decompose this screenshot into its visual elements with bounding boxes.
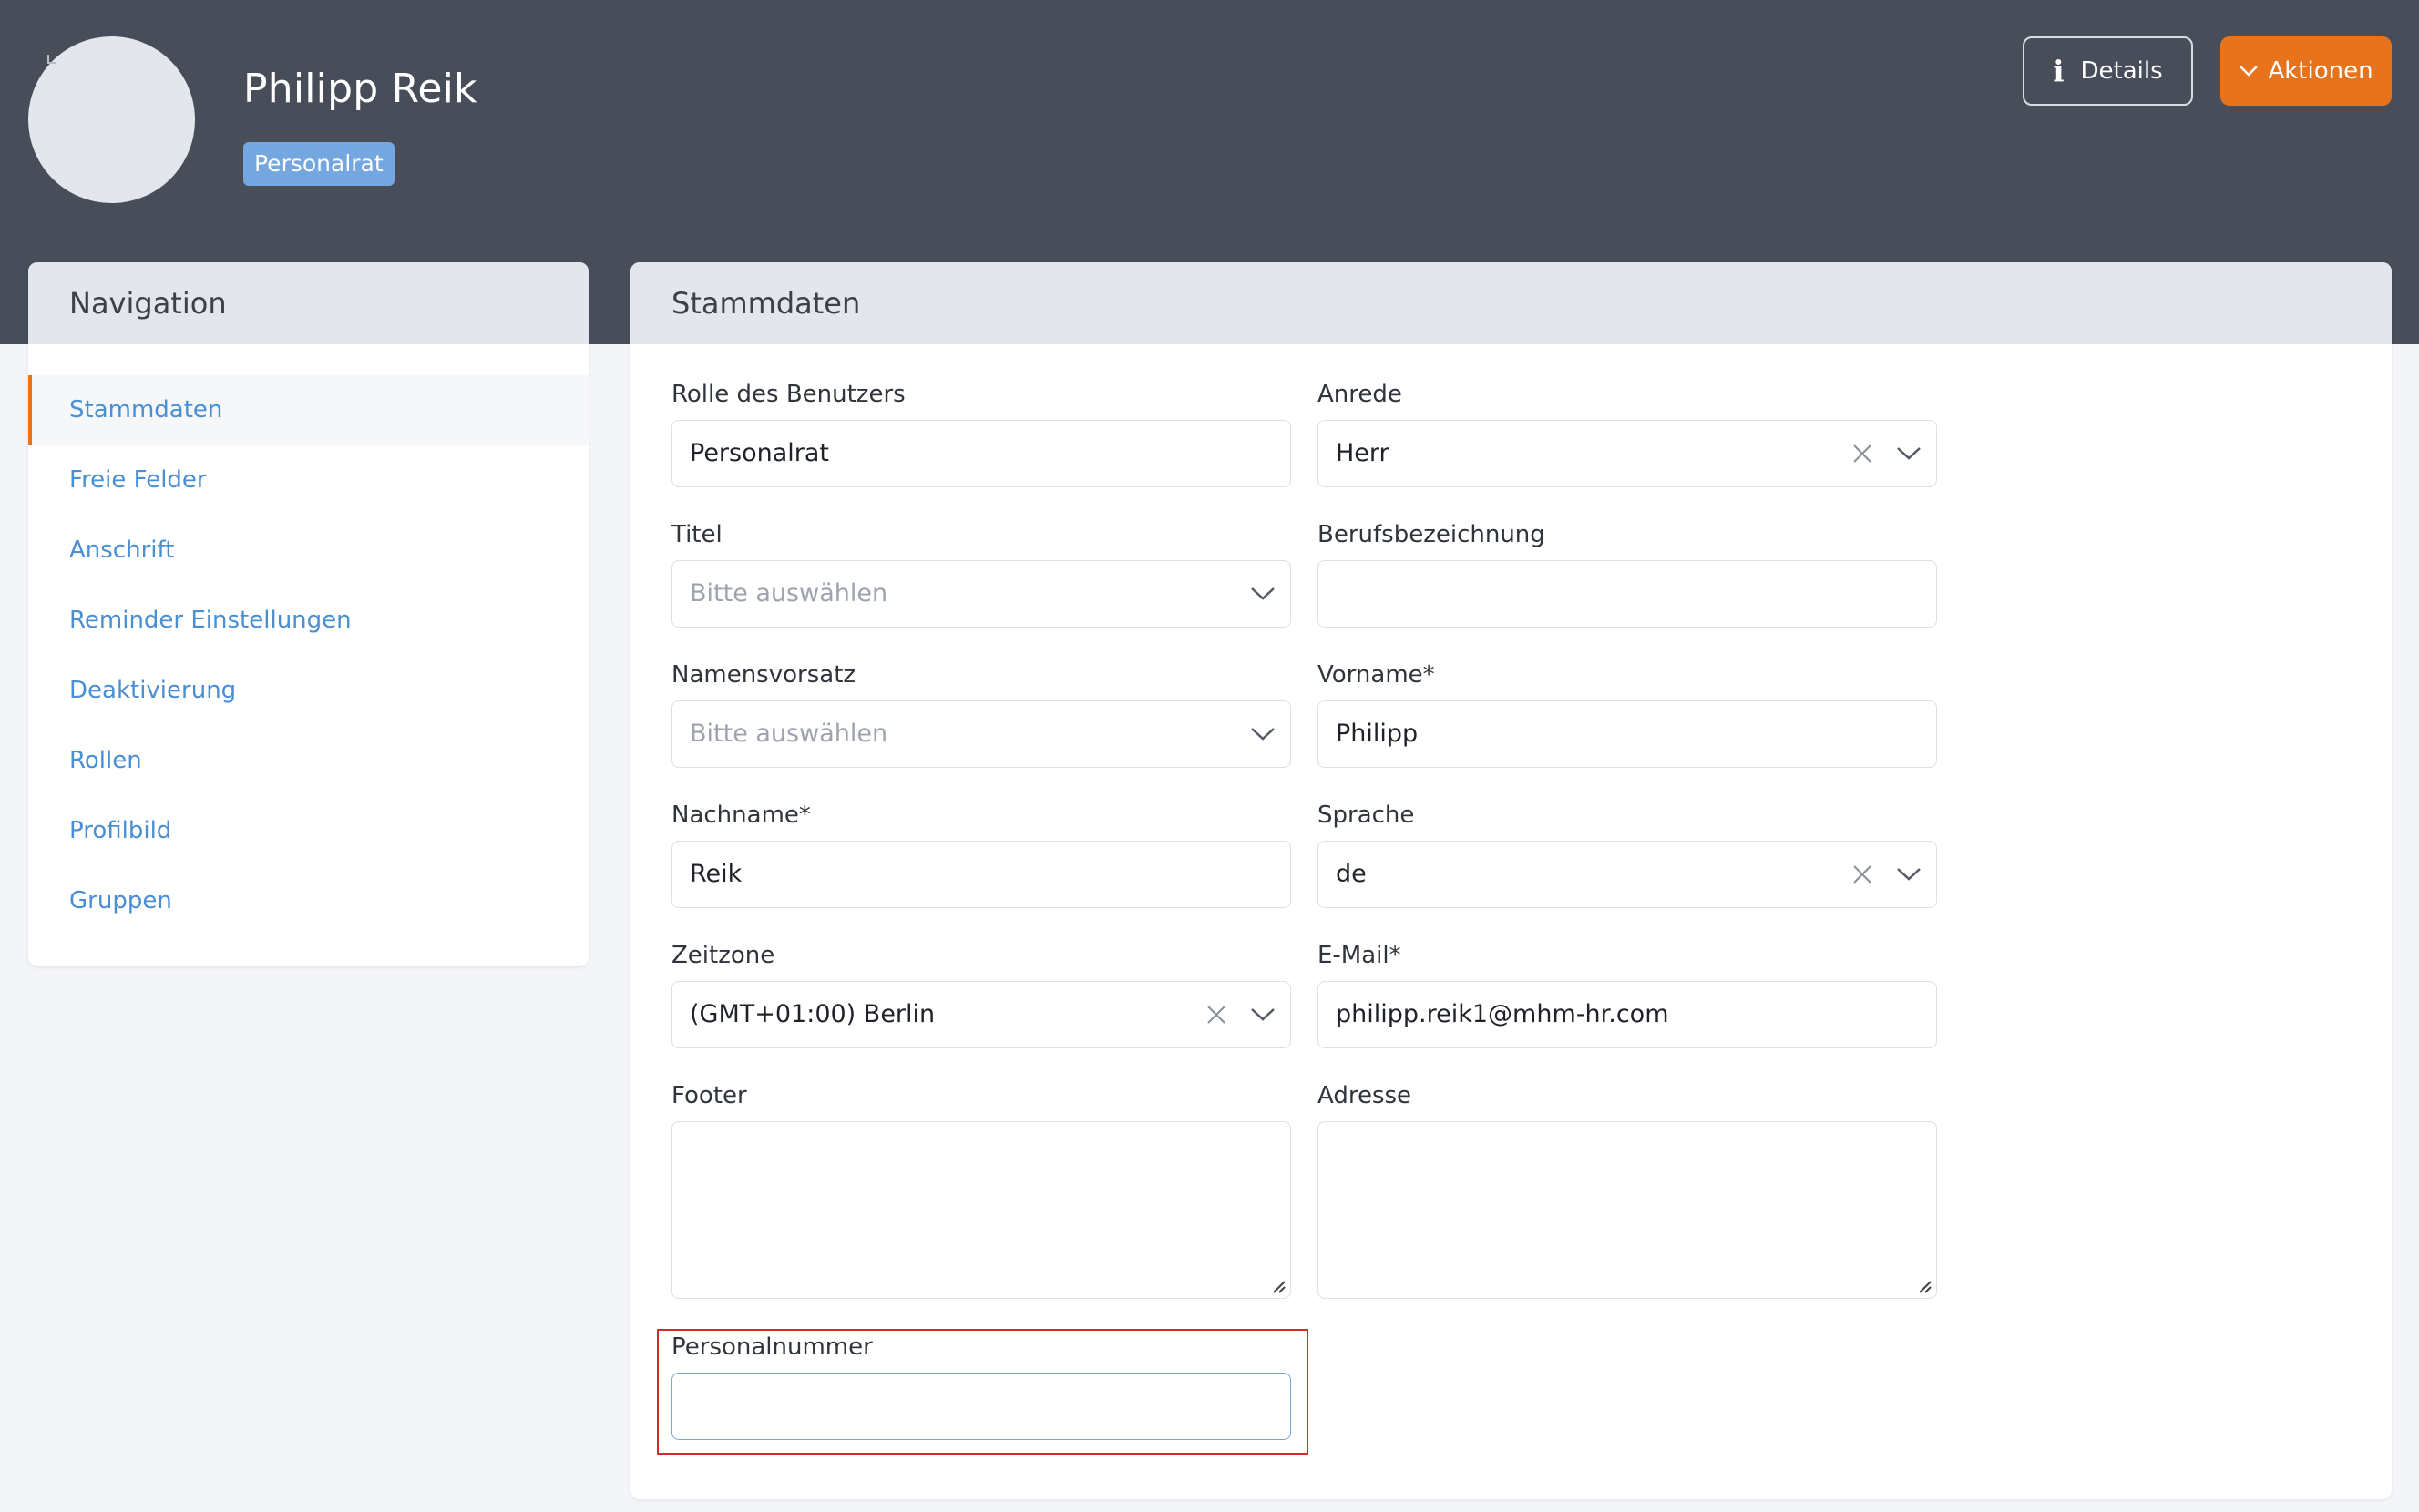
actions-button[interactable]: Aktionen: [2220, 36, 2392, 106]
chevron-down-icon[interactable]: [1250, 587, 1276, 601]
chevron-down-icon[interactable]: [1896, 867, 1922, 882]
email-value: philipp.reik1@mhm-hr.com: [1336, 1000, 1669, 1028]
footer-textarea[interactable]: [671, 1121, 1291, 1299]
anrede-select[interactable]: Herr: [1317, 420, 1937, 487]
nav-item-anschrift[interactable]: Anschrift: [28, 516, 589, 586]
email-label: E-Mail*: [1317, 942, 1401, 969]
namensvorsatz-select[interactable]: Bitte auswählen: [671, 700, 1291, 768]
role-badge: Personalrat: [243, 142, 395, 186]
namensvorsatz-placeholder: Bitte auswählen: [690, 720, 888, 748]
chevron-down-icon[interactable]: [1896, 446, 1922, 461]
chevron-down-icon[interactable]: [1250, 1007, 1276, 1022]
user-name: Philipp Reik: [243, 66, 477, 112]
nav-item-freie-felder[interactable]: Freie Felder: [28, 445, 589, 516]
email-field[interactable]: philipp.reik1@mhm-hr.com: [1317, 981, 1937, 1048]
actions-button-label: Aktionen: [2268, 57, 2373, 85]
details-button[interactable]: i Details: [2023, 36, 2193, 106]
nav-item-rollen[interactable]: Rollen: [28, 726, 589, 796]
rolle-label: Rolle des Benutzers: [671, 381, 906, 408]
nav-item-profilbild[interactable]: Profilbild: [28, 796, 589, 866]
nachname-field[interactable]: Reik: [671, 841, 1291, 908]
vorname-value: Philipp: [1336, 720, 1419, 748]
rolle-field[interactable]: Personalrat: [671, 420, 1291, 487]
vorname-label: Vorname*: [1317, 661, 1435, 689]
close-icon[interactable]: [1852, 864, 1872, 884]
sprache-value: de: [1336, 860, 1367, 888]
close-icon[interactable]: [1206, 1005, 1226, 1025]
chevron-down-icon: [2240, 66, 2259, 77]
footer-label: Footer: [671, 1082, 747, 1109]
nachname-label: Nachname*: [671, 802, 811, 829]
anrede-label: Anrede: [1317, 381, 1402, 408]
nav-item-gruppen[interactable]: Gruppen: [28, 866, 589, 936]
titel-placeholder: Bitte auswählen: [690, 579, 888, 608]
close-icon[interactable]: [1852, 444, 1872, 464]
chevron-down-icon[interactable]: [1250, 727, 1276, 741]
nav-item-deaktivierung[interactable]: Deaktivierung: [28, 656, 589, 726]
stammdaten-title: Stammdaten: [630, 262, 2392, 344]
navigation-title: Navigation: [28, 262, 589, 344]
berufsbezeichnung-field[interactable]: [1317, 560, 1937, 628]
nachname-value: Reik: [690, 860, 743, 888]
berufsbezeichnung-label: Berufsbezeichnung: [1317, 521, 1545, 548]
zeitzone-label: Zeitzone: [671, 942, 775, 969]
info-icon: i: [2053, 54, 2065, 88]
nav-item-stammdaten[interactable]: Stammdaten: [28, 375, 589, 445]
zeitzone-value: (GMT+01:00) Berlin: [690, 1000, 936, 1028]
rolle-value: Personalrat: [690, 439, 830, 467]
sprache-label: Sprache: [1317, 802, 1415, 829]
titel-label: Titel: [671, 521, 723, 548]
adresse-textarea[interactable]: [1317, 1121, 1937, 1299]
resize-grip-icon[interactable]: [1916, 1278, 1932, 1294]
resize-grip-icon[interactable]: [1270, 1278, 1286, 1294]
anrede-value: Herr: [1336, 439, 1389, 467]
broken-image-icon: [47, 55, 56, 64]
sprache-select[interactable]: de: [1317, 841, 1937, 908]
titel-select[interactable]: Bitte auswählen: [671, 560, 1291, 628]
details-button-label: Details: [2080, 57, 2163, 85]
highlight-box: [657, 1329, 1308, 1455]
navigation-card: Navigation Stammdaten Freie Felder Ansch…: [28, 262, 589, 966]
namensvorsatz-label: Namensvorsatz: [671, 661, 856, 689]
adresse-label: Adresse: [1317, 1082, 1412, 1109]
nav-item-reminder-einstellungen[interactable]: Reminder Einstellungen: [28, 586, 589, 656]
vorname-field[interactable]: Philipp: [1317, 700, 1937, 768]
zeitzone-select[interactable]: (GMT+01:00) Berlin: [671, 981, 1291, 1048]
